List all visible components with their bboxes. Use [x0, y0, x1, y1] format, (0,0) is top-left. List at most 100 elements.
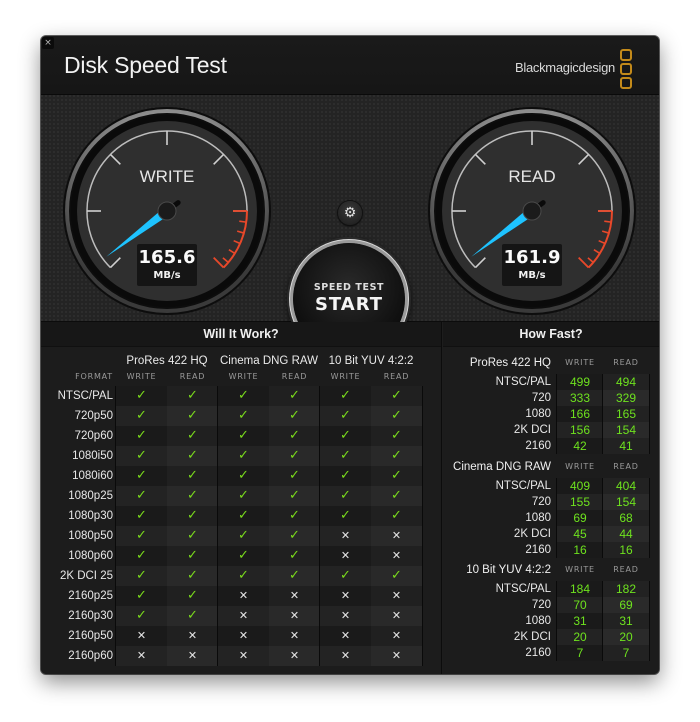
- close-button[interactable]: ×: [42, 37, 54, 49]
- speed-row: NTSC/PAL 184 182: [443, 581, 659, 597]
- column-divider: [649, 478, 650, 558]
- check-icon: ✓: [218, 406, 269, 426]
- write-fps-value: 20: [557, 629, 603, 645]
- check-icon: ✓: [116, 486, 167, 506]
- cross-icon: ✕: [320, 606, 371, 626]
- check-icon: ✓: [371, 566, 422, 586]
- compatibility-grid: NTSC/PAL ✓ ✓ ✓ ✓ ✓ ✓ 720p50 ✓ ✓ ✓ ✓ ✓ ✓ 720p60 ✓ ✓ ✓ ✓ ✓ ✓ 10…: [41, 386, 441, 666]
- read-fps-value: 154: [603, 422, 649, 438]
- column-divider: [319, 386, 320, 666]
- cross-icon: ✕: [167, 646, 218, 666]
- will-it-work-title: Will It Work?: [41, 322, 441, 347]
- format-label: 2160p30: [68, 610, 113, 622]
- column-divider: [217, 386, 218, 666]
- start-button-caption: SPEED TEST: [313, 282, 385, 293]
- speed-row: NTSC/PAL 409 404: [443, 478, 659, 494]
- how-fast-section: Cinema DNG RAW WRITE READ NTSC/PAL 409 404 720…: [443, 459, 659, 559]
- cross-icon: ✕: [218, 626, 269, 646]
- write-speed-unit: MB/s: [153, 270, 181, 281]
- format-label: 720p50: [74, 410, 113, 422]
- check-icon: ✓: [116, 506, 167, 526]
- format-row: 2K DCI 25 ✓ ✓ ✓ ✓ ✓ ✓: [41, 566, 441, 586]
- check-icon: ✓: [320, 426, 371, 446]
- check-icon: ✓: [167, 446, 218, 466]
- check-icon: ✓: [167, 406, 218, 426]
- write-header: WRITE: [565, 358, 595, 367]
- check-icon: ✓: [371, 446, 422, 466]
- check-icon: ✓: [116, 586, 167, 606]
- column-divider: [602, 581, 603, 661]
- read-header: READ: [613, 358, 639, 367]
- check-icon: ✓: [371, 466, 422, 486]
- read-gauge: READ 161.9 MB/s: [426, 105, 638, 317]
- read-header: READ: [281, 372, 308, 381]
- column-divider: [649, 581, 650, 661]
- cross-icon: ✕: [116, 626, 167, 646]
- check-icon: ✓: [116, 566, 167, 586]
- read-speed-unit: MB/s: [518, 270, 546, 281]
- column-divider: [602, 374, 603, 454]
- check-icon: ✓: [218, 566, 269, 586]
- cross-icon: ✕: [320, 646, 371, 666]
- format-row: 1080p50 ✓ ✓ ✓ ✓ ✕ ✕: [41, 526, 441, 546]
- gauge-hub: [522, 201, 542, 221]
- format-row: 1080p25 ✓ ✓ ✓ ✓ ✓ ✓: [41, 486, 441, 506]
- check-icon: ✓: [269, 466, 320, 486]
- format-row: 1080i60 ✓ ✓ ✓ ✓ ✓ ✓: [41, 466, 441, 486]
- speed-row: 720 333 329: [443, 390, 659, 406]
- cross-icon: ✕: [167, 626, 218, 646]
- read-header: READ: [613, 462, 639, 471]
- write-fps-value: 42: [557, 438, 603, 454]
- write-header: WRITE: [228, 372, 259, 381]
- speed-row: 1080 69 68: [443, 510, 659, 526]
- check-icon: ✓: [116, 406, 167, 426]
- write-fps-value: 409: [557, 478, 603, 494]
- check-icon: ✓: [218, 546, 269, 566]
- settings-button[interactable]: ⚙: [338, 201, 362, 225]
- codec-title: 10 Bit YUV 4:2:2: [466, 564, 551, 576]
- resolution-label: 2K DCI: [513, 424, 551, 436]
- gauge-area: WRITE 165.6 MB/s ⚙ SPEED TEST START READ…: [41, 95, 659, 355]
- gauge-redline-tick: [604, 220, 612, 223]
- cross-icon: ✕: [371, 646, 422, 666]
- check-icon: ✓: [320, 466, 371, 486]
- read-fps-value: 494: [603, 374, 649, 390]
- cross-icon: ✕: [218, 646, 269, 666]
- check-icon: ✓: [320, 566, 371, 586]
- check-icon: ✓: [269, 426, 320, 446]
- speed-row: 1080 31 31: [443, 613, 659, 629]
- format-row: 2160p30 ✓ ✓ ✕ ✕ ✕ ✕: [41, 606, 441, 626]
- check-icon: ✓: [269, 506, 320, 526]
- start-button-label: START: [314, 294, 384, 315]
- check-icon: ✓: [167, 586, 218, 606]
- gauge-redline-tick: [239, 220, 247, 223]
- write-fps-value: 499: [557, 374, 603, 390]
- read-fps-value: 20: [603, 629, 649, 645]
- cross-icon: ✕: [371, 546, 422, 566]
- check-icon: ✓: [218, 446, 269, 466]
- format-row: NTSC/PAL ✓ ✓ ✓ ✓ ✓ ✓: [41, 386, 441, 406]
- write-header: WRITE: [565, 565, 595, 574]
- format-row: 2160p50 ✕ ✕ ✕ ✕ ✕ ✕: [41, 626, 441, 646]
- cross-icon: ✕: [371, 626, 422, 646]
- format-row: 2160p60 ✕ ✕ ✕ ✕ ✕ ✕: [41, 646, 441, 666]
- speed-row: 2K DCI 20 20: [443, 629, 659, 645]
- read-speed-readout: 161.9 MB/s: [502, 244, 562, 286]
- cross-icon: ✕: [320, 626, 371, 646]
- cross-icon: ✕: [116, 646, 167, 666]
- check-icon: ✓: [218, 486, 269, 506]
- write-fps-value: 155: [557, 494, 603, 510]
- read-fps-value: 31: [603, 613, 649, 629]
- write-fps-value: 16: [557, 542, 603, 558]
- read-fps-value: 165: [603, 406, 649, 422]
- check-icon: ✓: [269, 486, 320, 506]
- speed-row: 2K DCI 156 154: [443, 422, 659, 438]
- resolution-label: 2160: [525, 647, 551, 659]
- resolution-label: 720: [531, 392, 551, 404]
- format-label: 2160p50: [68, 630, 113, 642]
- read-fps-value: 154: [603, 494, 649, 510]
- write-fps-value: 70: [557, 597, 603, 613]
- speed-row: 2160 7 7: [443, 645, 659, 661]
- check-icon: ✓: [269, 406, 320, 426]
- format-label: 1080p25: [68, 490, 113, 502]
